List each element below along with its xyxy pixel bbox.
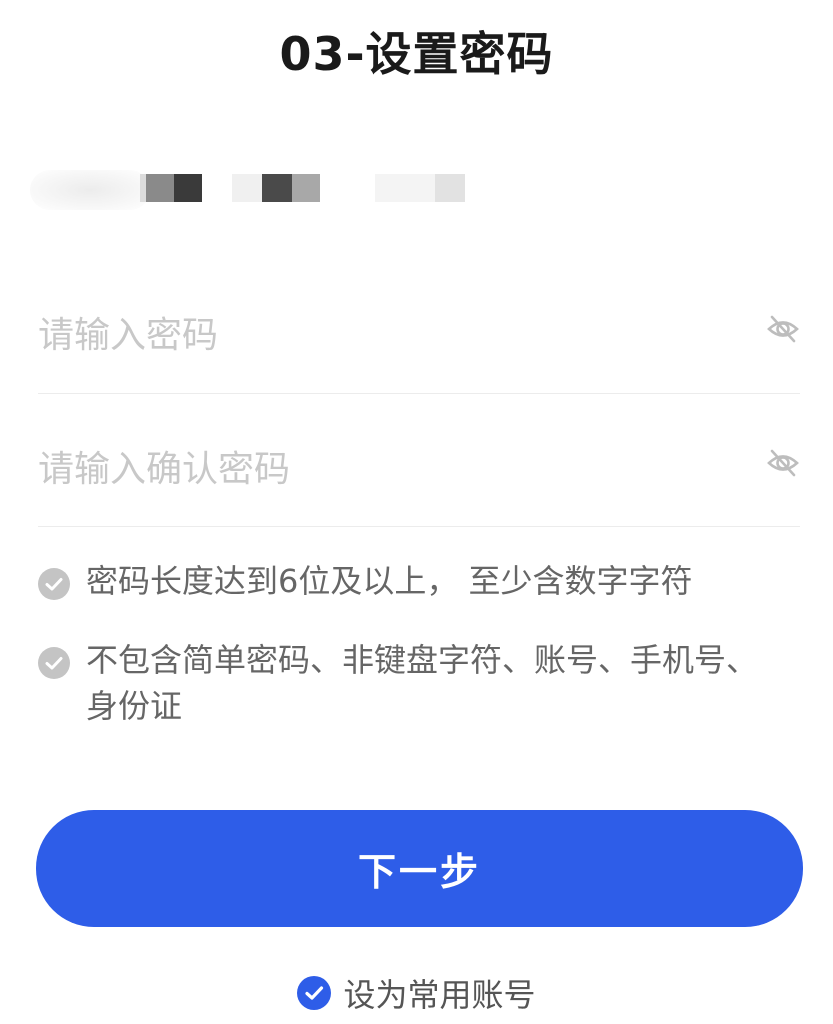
account-display <box>30 150 490 230</box>
masked-pixel <box>262 174 292 202</box>
masked-pixel <box>146 174 174 202</box>
password-divider <box>38 393 800 394</box>
eye-off-icon[interactable] <box>766 312 800 346</box>
remember-account-toggle[interactable]: 设为常用账号 <box>0 968 833 1018</box>
password-rule-content: 不包含简单密码、非键盘字符、账号、手机号、身份证 <box>38 637 800 733</box>
next-button[interactable]: 下一步 <box>36 810 803 927</box>
confirm-password-divider <box>38 526 800 527</box>
masked-pixel <box>292 174 320 202</box>
password-rule-length: 密码长度达到6位及以上， 至少含数字字符 <box>38 558 800 608</box>
masked-pixel <box>174 174 202 202</box>
account-blur <box>30 170 150 210</box>
masked-pixel <box>435 174 465 202</box>
confirm-password-field[interactable]: 请输入确认密码 <box>38 432 800 492</box>
confirm-password-placeholder: 请输入确认密码 <box>38 449 291 490</box>
masked-pixel <box>375 174 435 202</box>
password-field[interactable]: 请输入密码 <box>38 298 800 358</box>
password-placeholder: 请输入密码 <box>38 315 219 356</box>
rule-text: 不包含简单密码、非键盘字符、账号、手机号、身份证 <box>86 641 759 725</box>
page-title: 03-设置密码 <box>279 27 554 81</box>
check-circle-icon <box>38 647 70 679</box>
remember-account-label: 设为常用账号 <box>343 976 536 1014</box>
rule-text: 密码长度达到6位及以上， 至少含数字字符 <box>86 562 693 600</box>
check-circle-filled-icon[interactable] <box>297 976 332 1010</box>
masked-pixel <box>232 174 262 202</box>
check-circle-icon <box>38 568 70 600</box>
eye-off-icon[interactable] <box>766 446 800 480</box>
